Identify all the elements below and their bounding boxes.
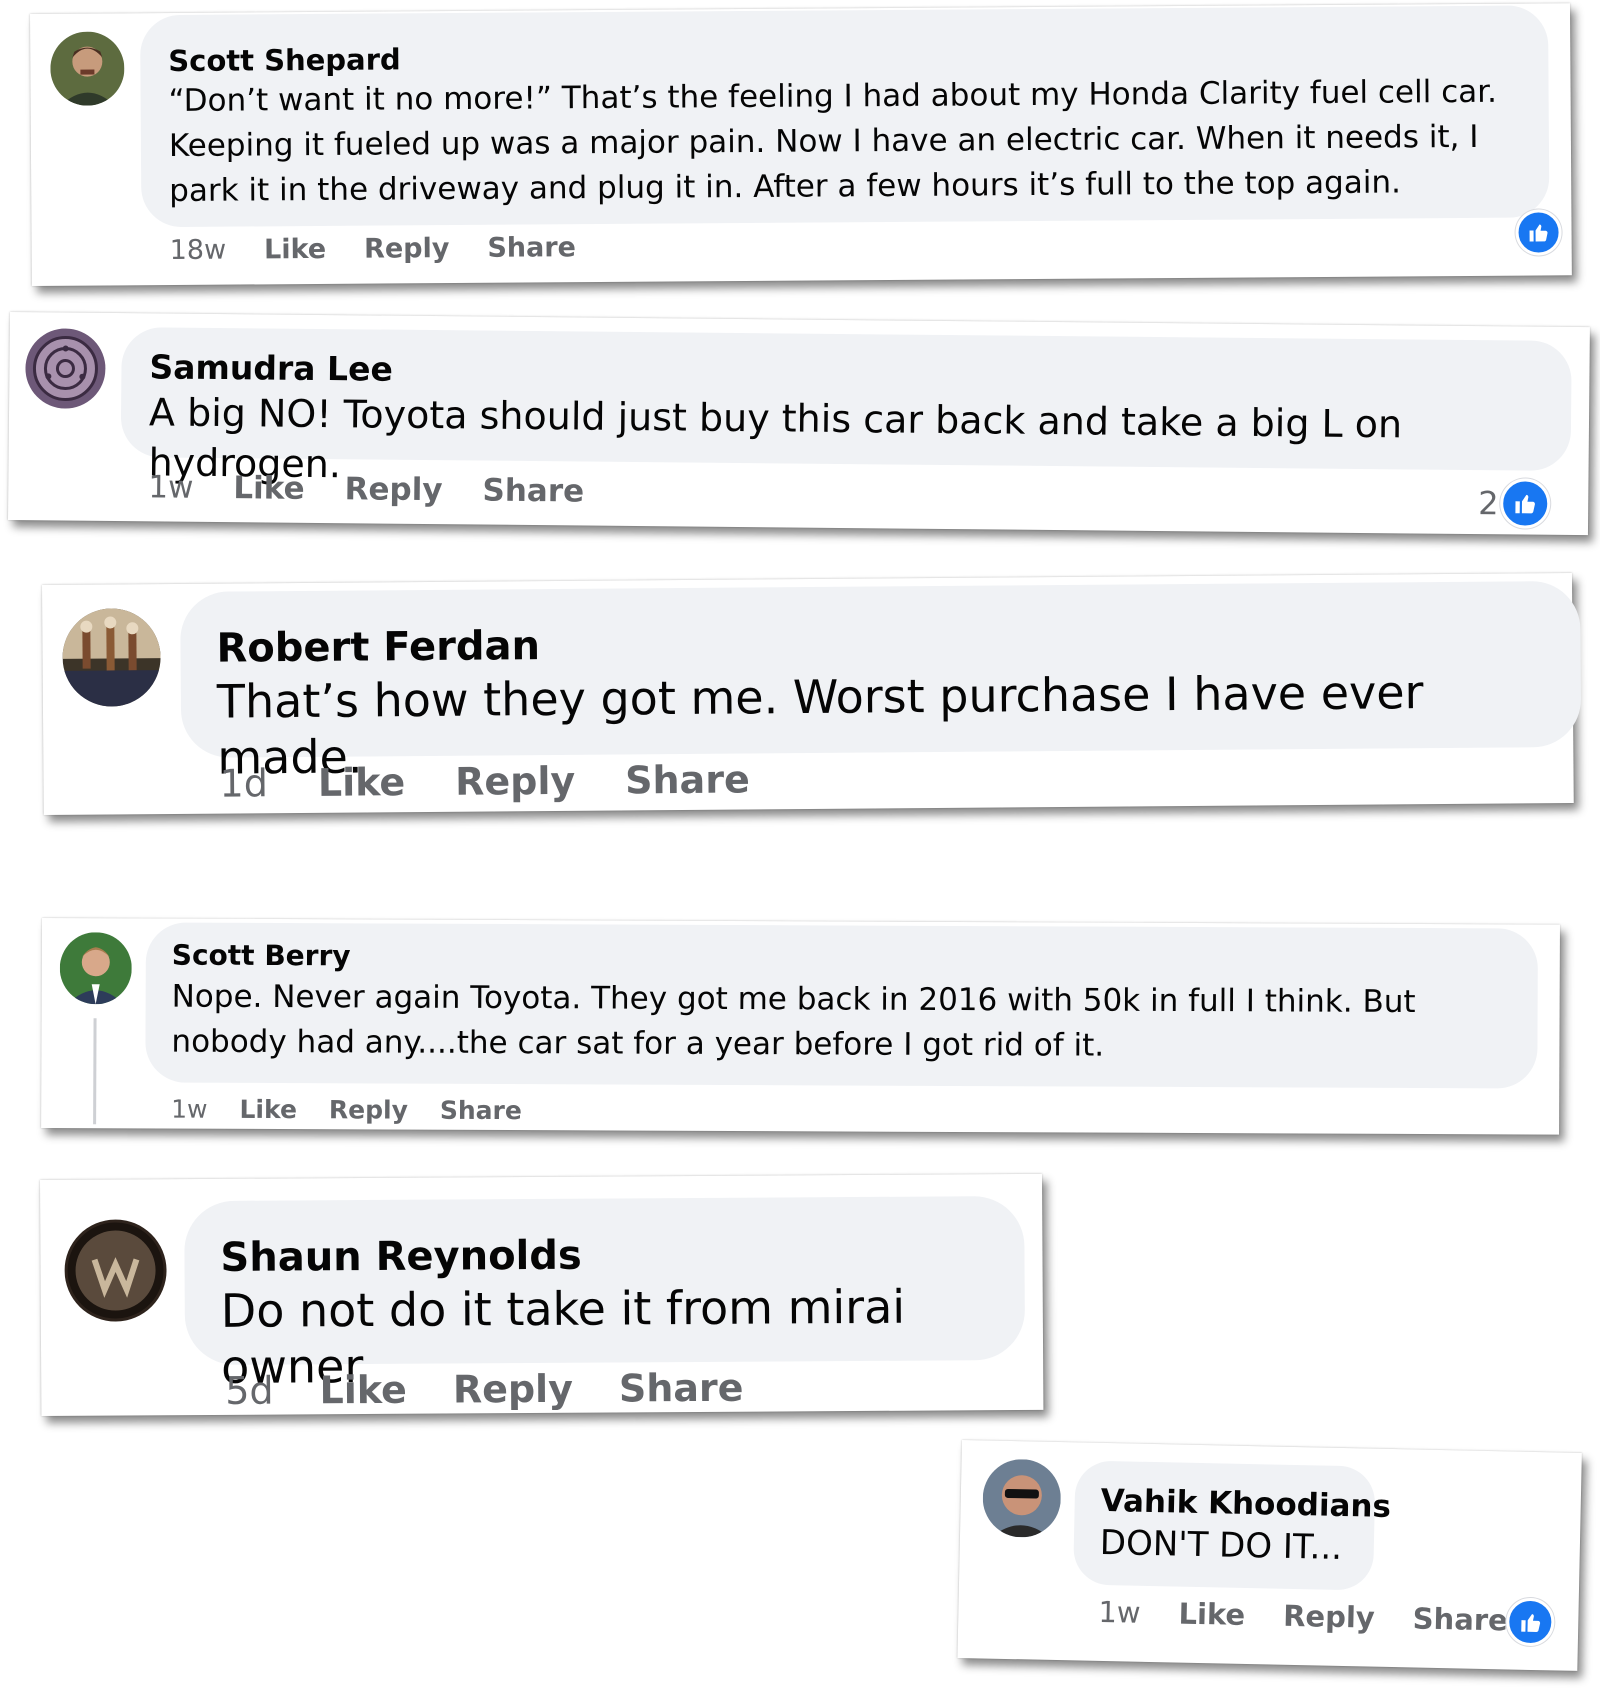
like-button[interactable]: Like <box>239 1095 297 1124</box>
reply-button[interactable]: Reply <box>1283 1599 1375 1635</box>
comment-timestamp[interactable]: 18w <box>170 235 227 266</box>
comment-actions: 5d Like Reply Share <box>225 1366 743 1413</box>
comment-actions: 1w Like Reply Share <box>171 1095 522 1126</box>
comment-bubble: Scott Shepard “Don’t want it no more!” T… <box>140 5 1550 228</box>
avatar-photo <box>25 328 106 409</box>
avatar-photo <box>59 932 132 1005</box>
like-button[interactable]: Like <box>264 234 326 265</box>
author-name[interactable]: Shaun Reynolds <box>220 1228 994 1283</box>
avatar-photo <box>50 31 125 106</box>
share-button[interactable]: Share <box>1412 1601 1508 1637</box>
like-icon <box>1500 478 1551 529</box>
comment-timestamp[interactable]: 1w <box>171 1095 207 1124</box>
share-button[interactable]: Share <box>625 757 750 802</box>
comment-card: Scott Shepard “Don’t want it no more!” T… <box>30 3 1572 286</box>
comment-card: Shaun Reynolds Do not do it take it from… <box>40 1173 1044 1416</box>
share-button[interactable]: Share <box>440 1096 522 1125</box>
author-name[interactable]: Scott Berry <box>172 937 1514 981</box>
reply-button[interactable]: Reply <box>329 1095 408 1124</box>
comment-text: “Don’t want it no more!” That’s the feel… <box>168 73 1498 210</box>
like-button[interactable]: Like <box>1178 1597 1245 1632</box>
comment-card: Robert Ferdan That’s how they got me. Wo… <box>42 572 1582 815</box>
comment-actions: 1d Like Reply Share <box>219 757 750 805</box>
comment-text: Nope. Never again Toyota. They got me ba… <box>171 978 1416 1064</box>
comment-bubble: Scott Berry Nope. Never again Toyota. Th… <box>145 922 1538 1089</box>
avatar[interactable] <box>64 1219 167 1322</box>
reactions[interactable]: 2 <box>1478 478 1551 529</box>
comment-bubble: Vahik Khoodians DON'T DO IT... <box>1073 1460 1391 1591</box>
avatar[interactable] <box>25 328 106 409</box>
comment-timestamp[interactable]: 1w <box>1098 1595 1141 1630</box>
comment-timestamp[interactable]: 5d <box>225 1369 274 1413</box>
avatar-photo <box>62 608 161 707</box>
reply-button[interactable]: Reply <box>344 471 442 508</box>
like-icon <box>1515 209 1562 256</box>
comment-actions: 18w Like Reply Share <box>170 232 576 266</box>
avatar-photo <box>981 1458 1062 1539</box>
comment-card: Samudra Lee A big NO! Toyota should just… <box>8 312 1590 536</box>
comment-timestamp[interactable]: 1d <box>219 761 268 805</box>
comment-card: Scott Berry Nope. Never again Toyota. Th… <box>41 918 1560 1135</box>
thread-line <box>93 1018 97 1125</box>
avatar[interactable] <box>981 1458 1062 1539</box>
share-button[interactable]: Share <box>619 1366 744 1411</box>
comment-text: DON'T DO IT... <box>1099 1522 1343 1568</box>
reaction-count: 2 <box>1478 484 1499 523</box>
like-button[interactable]: Like <box>319 1368 407 1413</box>
comment-bubble: Shaun Reynolds Do not do it take it from… <box>184 1195 1026 1394</box>
like-icon <box>1505 1597 1555 1647</box>
author-name[interactable]: Vahik Khoodians <box>1100 1481 1391 1526</box>
reactions[interactable] <box>1505 1597 1555 1647</box>
like-button[interactable]: Like <box>318 760 406 805</box>
avatar[interactable] <box>50 31 125 106</box>
avatar[interactable] <box>59 932 132 1005</box>
share-button[interactable]: Share <box>482 473 584 510</box>
reactions[interactable] <box>1515 209 1562 256</box>
reply-button[interactable]: Reply <box>364 233 450 265</box>
comment-card: Vahik Khoodians DON'T DO IT... 1w Like R… <box>957 1440 1582 1671</box>
comment-bubble: Samudra Lee A big NO! Toyota should just… <box>120 327 1572 486</box>
comment-bubble: Robert Ferdan That’s how they got me. Wo… <box>180 580 1582 785</box>
share-button[interactable]: Share <box>487 232 576 264</box>
avatar-photo <box>64 1219 167 1322</box>
reply-button[interactable]: Reply <box>455 759 575 804</box>
avatar[interactable] <box>62 608 161 707</box>
reply-button[interactable]: Reply <box>453 1367 573 1412</box>
comment-timestamp[interactable]: 1w <box>148 469 193 505</box>
comment-actions: 1w Like Reply Share <box>1098 1595 1508 1638</box>
comment-actions: 1w Like Reply Share <box>148 469 584 509</box>
like-button[interactable]: Like <box>233 470 305 507</box>
